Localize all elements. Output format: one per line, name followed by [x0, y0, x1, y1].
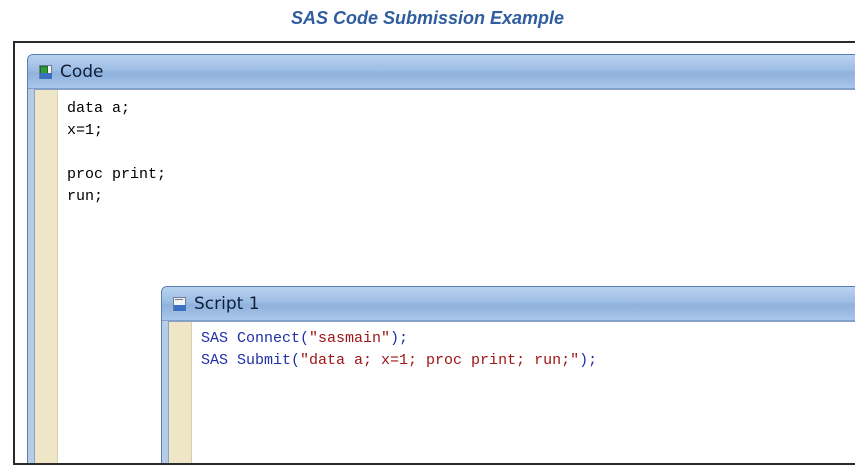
code-line: proc print;: [67, 166, 167, 183]
function-end: );: [579, 352, 598, 369]
code-window-title-bar[interactable]: Code: [28, 55, 855, 89]
script-line: SAS Submit("data a; x=1; proc print; run…: [201, 350, 597, 372]
script-line: SAS Connect("sasmain");: [201, 328, 597, 350]
jrp-code-icon: [38, 64, 54, 80]
code-editor-gutter: [35, 90, 58, 463]
script-text[interactable]: SAS Connect("sasmain"); SAS Submit("data …: [201, 328, 597, 372]
string-literal: "data a; x=1; proc print; run;": [300, 352, 580, 369]
code-line: data a;: [67, 100, 131, 117]
code-text[interactable]: data a; x=1; proc print; run;: [67, 98, 166, 208]
script-window-title: Script 1: [194, 293, 260, 314]
script-editor-gutter: [169, 322, 192, 463]
script-window-title-bar[interactable]: Script 1: [162, 287, 855, 321]
string-literal: "sasmain": [309, 330, 391, 347]
script-editor[interactable]: SAS Connect("sasmain"); SAS Submit("data …: [168, 321, 855, 463]
script-window[interactable]: Script 1 SAS Connect("sasmain"); SAS Subm…: [161, 286, 855, 463]
code-window-title: Code: [60, 61, 104, 82]
function-call: SAS Submit(: [201, 352, 301, 369]
function-call: SAS Connect(: [201, 330, 310, 347]
figure-frame: Code data a; x=1; proc print; run; Script 1…: [13, 41, 855, 465]
function-end: );: [390, 330, 409, 347]
code-line: x=1;: [67, 122, 104, 139]
figure-caption: SAS Code Submission Example: [290, 8, 565, 28]
code-line: run;: [67, 188, 104, 205]
jsl-script-icon: [172, 296, 188, 312]
